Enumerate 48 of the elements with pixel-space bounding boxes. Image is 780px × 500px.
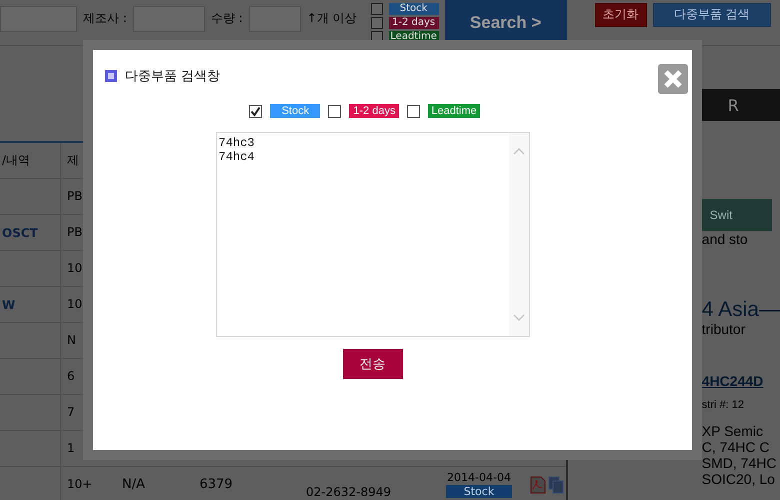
checkbox[interactable] — [370, 2, 383, 14]
manufacturer-label: 제조사 : — [83, 10, 127, 27]
availability-tag: 1-2 days — [349, 104, 400, 118]
availability-tag: Leadtime — [428, 104, 480, 118]
date-text: 2014-04-04 — [447, 471, 511, 484]
info-text: tributor — [702, 321, 746, 337]
availability-tag: Stock — [388, 2, 439, 14]
info-text: stri #: 12 — [702, 398, 744, 413]
dialog-title: 다중부품 검색창 — [125, 68, 220, 85]
checkbox[interactable] — [370, 16, 383, 28]
pdf-icon[interactable] — [530, 476, 546, 494]
info-text: SMD, 74HC — [702, 455, 776, 471]
column-header: /내역 — [1, 152, 32, 169]
availability-tag: Stock — [270, 104, 320, 118]
availability-tag: 1-2 days — [388, 16, 439, 28]
phone-number: 02-2632-8949 — [306, 484, 392, 498]
table-cell-text: OSCT — [1, 226, 39, 240]
quantity-suffix: ↑개 이상 — [306, 10, 357, 27]
info-text: SOIC20, Lo — [702, 471, 775, 487]
switch-button[interactable]: Swit — [702, 199, 772, 231]
copy-icon[interactable] — [548, 476, 564, 494]
info-text: XP Semic — [702, 423, 763, 439]
table-cell-text: N/A — [121, 477, 146, 492]
table-cell-text: 6379 — [198, 477, 234, 492]
checkbox[interactable] — [407, 104, 420, 118]
reset-button[interactable]: 초기화 — [594, 2, 647, 26]
quantity-label: 수량 : — [210, 10, 243, 27]
scroll-up-icon[interactable] — [512, 147, 524, 155]
panel-header-text: R — [728, 96, 739, 114]
multi-search-button[interactable]: 다중부품 검색 — [652, 2, 771, 26]
manufacturer-field[interactable] — [132, 6, 205, 32]
quantity-field[interactable] — [248, 6, 301, 32]
submit-button[interactable]: 전송 — [342, 349, 402, 379]
table-cell-text: W — [1, 298, 16, 312]
part-list-textarea[interactable]: 74hc3 74hc4 — [216, 132, 530, 337]
checkbox[interactable] — [328, 104, 342, 118]
info-text: C, 74HC C — [702, 439, 770, 455]
distributor-name: 4 Asia— — [702, 299, 780, 321]
stock-badge: Stock — [446, 485, 512, 498]
input-field[interactable] — [0, 6, 77, 32]
window-icon — [105, 70, 117, 82]
scrollbar[interactable] — [508, 133, 528, 336]
close-button[interactable] — [658, 64, 688, 94]
info-text: and sto — [702, 231, 748, 247]
scroll-down-icon[interactable] — [512, 314, 524, 322]
close-icon — [662, 68, 684, 90]
checkbox[interactable] — [249, 104, 262, 118]
table-cell: 10+ — [60, 467, 91, 500]
